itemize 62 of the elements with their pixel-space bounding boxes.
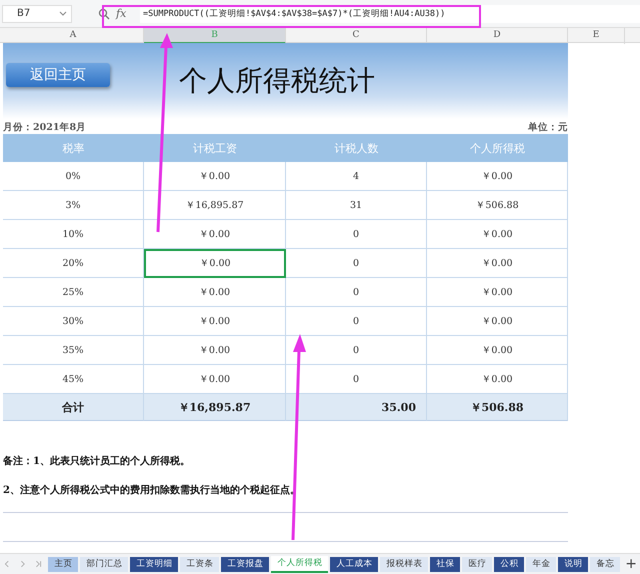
table-cell: 4 — [286, 162, 427, 191]
fx-label: fx — [116, 7, 128, 20]
sheet-tab[interactable]: 年金 — [526, 556, 556, 572]
table-cell: 20% — [3, 249, 144, 278]
chevron-left-icon — [4, 559, 10, 569]
table-cell: ￥0.00 — [144, 278, 286, 307]
table-cell: 0 — [286, 307, 427, 336]
table-cell: ￥0.00 — [427, 336, 568, 365]
table-cell: ￥0.00 — [144, 307, 286, 336]
add-sheet-button[interactable]: + — [622, 556, 640, 572]
total-cell: 35.00 — [286, 394, 427, 421]
column-heading: 计税工资 — [144, 134, 286, 162]
sheet-tab[interactable]: 人工成本 — [330, 556, 378, 572]
sheet-tab[interactable]: 公积 — [494, 556, 524, 572]
sheet-tab[interactable]: 社保 — [430, 556, 460, 572]
table-cell: 0 — [286, 220, 427, 249]
month-label: 月份：2021年8月 — [3, 121, 86, 134]
sheet-tab[interactable]: 工资明细 — [130, 556, 178, 572]
column-heading: 计税人数 — [286, 134, 427, 162]
table-cell: ￥0.00 — [427, 220, 568, 249]
name-box[interactable]: B7 — [2, 4, 72, 22]
sheet-tab[interactable]: 部门汇总 — [80, 556, 128, 572]
unit-label: 单位：元 — [528, 121, 568, 134]
table-cell: ￥0.00 — [427, 249, 568, 278]
note-text: 备注：1、此表只统计员工的个人所得税。 — [3, 454, 191, 469]
column-heading: 税率 — [3, 134, 144, 162]
sheet-tab[interactable]: 主页 — [48, 556, 78, 572]
total-cell: ￥16,895.87 — [144, 394, 286, 421]
table-cell: 30% — [3, 307, 144, 336]
column-heading: 个人所得税 — [427, 134, 568, 162]
sheet-tab[interactable]: 工资条 — [180, 556, 220, 572]
zoom-icon — [98, 8, 110, 20]
table-cell: 25% — [3, 278, 144, 307]
total-cell: ￥506.88 — [427, 394, 568, 421]
table-cell: ￥0.00 — [427, 162, 568, 191]
table-cell: 35% — [3, 336, 144, 365]
table-cell: ￥0.00 — [144, 249, 286, 278]
sheet-tab[interactable]: 备忘 — [590, 556, 620, 572]
sheet-tab[interactable]: 说明 — [558, 556, 588, 572]
table-cell: ￥16,895.87 — [144, 191, 286, 220]
table-cell: 0% — [3, 162, 144, 191]
table-cell: ￥0.00 — [144, 162, 286, 191]
sheet-tab[interactable]: 报税样表 — [380, 556, 428, 572]
last-sheet-icon — [35, 559, 42, 569]
table-cell: ￥0.00 — [144, 220, 286, 249]
table-cell: ￥0.00 — [144, 336, 286, 365]
sheet-tab[interactable]: 医疗 — [462, 556, 492, 572]
table-cell: ￥0.00 — [427, 307, 568, 336]
total-cell: 合计 — [3, 394, 144, 421]
table-cell: ￥506.88 — [427, 191, 568, 220]
chevron-right-icon — [20, 559, 26, 569]
sheet-tab[interactable]: 个人所得税 — [271, 556, 328, 572]
table-cell: 0 — [286, 249, 427, 278]
formula-field[interactable]: =SUMPRODUCT((工资明细!$AV$4:$AV$38=$A$7)*(工资明细!AU4:AU38)) — [140, 4, 640, 22]
sheet-tab[interactable]: 工资报盘 — [221, 556, 270, 572]
table-cell: 0 — [286, 278, 427, 307]
dropdown-icon — [59, 10, 67, 16]
sheet-title: 个人所得税统计 — [179, 63, 375, 99]
table-cell: 10% — [3, 220, 144, 249]
table-cell: 3% — [3, 191, 144, 220]
table-cell: 31 — [286, 191, 427, 220]
table-cell: ￥0.00 — [427, 278, 568, 307]
